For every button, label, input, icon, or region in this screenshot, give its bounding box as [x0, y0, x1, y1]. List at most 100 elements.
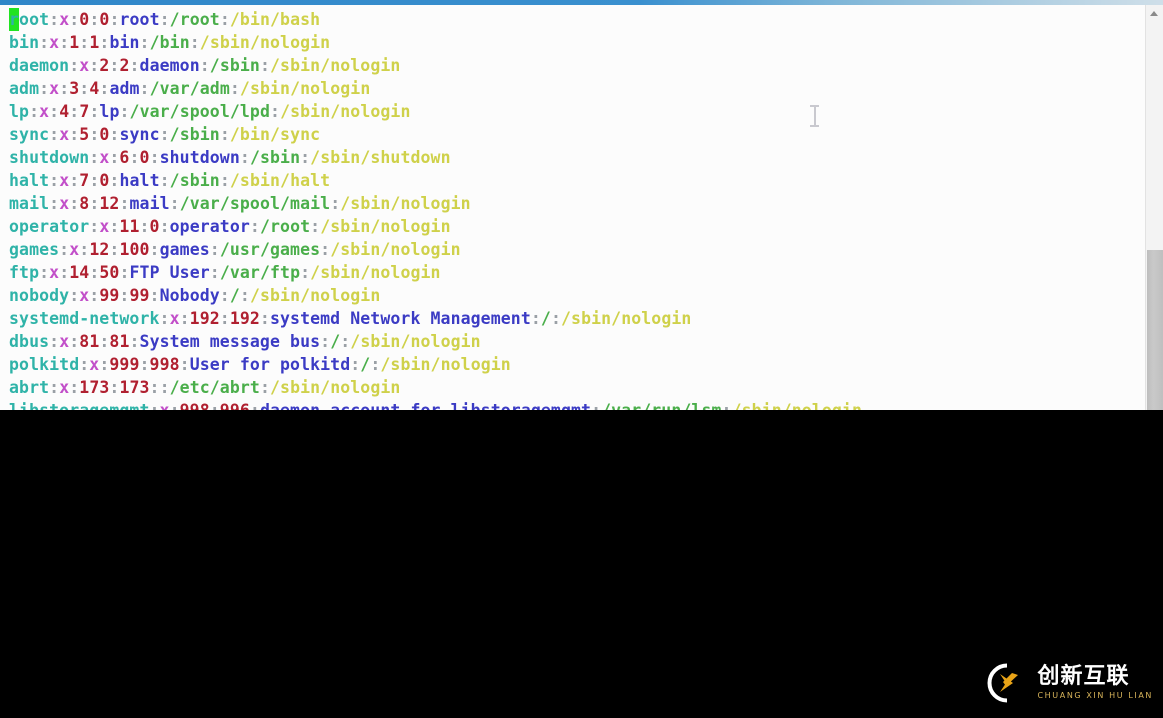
field-shell: /sbin/nologin	[350, 332, 481, 351]
field-separator: :	[109, 148, 120, 167]
field-home: /usr/games	[219, 240, 321, 259]
field-uid: 999	[109, 355, 140, 374]
field-separator: :	[59, 33, 70, 52]
field-password: x	[79, 56, 90, 75]
field-password: x	[160, 401, 170, 410]
field-separator: :	[89, 125, 100, 144]
field-separator: :	[249, 217, 260, 236]
field-password: x	[169, 309, 180, 328]
field-password: x	[59, 125, 70, 144]
field-gecos: halt	[119, 171, 160, 190]
field-separator: :	[320, 332, 331, 351]
field-home: /root	[169, 10, 220, 29]
field-password: x	[49, 263, 60, 282]
field-separator: :	[99, 332, 110, 351]
field-shell: /sbin/nologin	[732, 401, 862, 410]
field-username: abrt	[9, 378, 50, 397]
field-home: /	[330, 332, 341, 351]
field-username: adm	[9, 79, 40, 98]
field-separator: :	[49, 194, 60, 213]
scroll-up-button[interactable]	[1146, 5, 1163, 22]
field-uid: 81	[79, 332, 100, 351]
field-separator: :	[159, 171, 170, 190]
field-separator: :	[219, 10, 230, 29]
field-separator: :	[49, 125, 60, 144]
passwd-entry-row: nobody:x:99:99:Nobody:/:/sbin/nologin	[9, 284, 1145, 307]
field-separator: :	[109, 171, 120, 190]
field-separator: :	[49, 332, 60, 351]
field-shell: /sbin/nologin	[320, 217, 451, 236]
field-separator: :	[550, 309, 561, 328]
field-home: /etc/abrt	[169, 378, 260, 397]
field-gecos: lp	[99, 102, 120, 121]
field-separator: :	[209, 240, 220, 259]
field-separator: :	[310, 217, 321, 236]
field-password: x	[49, 33, 60, 52]
field-shell: /sbin/nologin	[561, 309, 692, 328]
field-separator: :	[109, 378, 120, 397]
field-password: x	[89, 355, 100, 374]
passwd-entry-row: operator:x:11:0:operator:/root:/sbin/nol…	[9, 215, 1145, 238]
field-separator: :	[99, 33, 110, 52]
passwd-entry-row: abrt:x:173:173::/etc/abrt:/sbin/nologin	[9, 376, 1145, 399]
field-separator: :	[129, 148, 140, 167]
field-separator: :	[250, 401, 260, 410]
terminal-text-area[interactable]: root:x:0:0:root:/root:/bin/bash bin:x:1:1…	[0, 5, 1145, 410]
field-gecos: daemon	[139, 56, 200, 75]
field-uid: 8	[79, 194, 90, 213]
field-gecos: operator	[169, 217, 250, 236]
field-separator: :	[49, 378, 60, 397]
watermark: 创新互联 CHUANG XIN HU LIAN	[986, 660, 1153, 706]
scrollbar-thumb[interactable]	[1147, 250, 1163, 410]
field-separator: :	[69, 102, 80, 121]
field-separator: :	[79, 355, 90, 374]
field-password: x	[59, 332, 70, 351]
field-gid: 0	[99, 171, 110, 190]
field-separator: :	[59, 240, 70, 259]
field-shell: /sbin/nologin	[270, 378, 401, 397]
field-separator: :	[119, 286, 130, 305]
field-home: /sbin	[169, 125, 220, 144]
field-gecos: adm	[109, 79, 140, 98]
field-separator: :	[259, 56, 270, 75]
field-separator: :	[129, 56, 140, 75]
field-username: sync	[9, 125, 50, 144]
field-gid: 998	[149, 355, 180, 374]
field-password: x	[49, 79, 60, 98]
field-gecos: FTP User	[129, 263, 210, 282]
field-separator: :	[89, 56, 100, 75]
field-shell: /sbin/nologin	[310, 263, 441, 282]
field-separator: :	[39, 79, 50, 98]
field-separator: :	[139, 217, 150, 236]
field-separator: :	[219, 286, 230, 305]
passwd-entry-row: libstoragemgmt:x:998:996:daemon account …	[9, 399, 1145, 410]
field-separator: :	[59, 263, 70, 282]
field-username: ftp	[9, 263, 40, 282]
field-separator: :	[69, 171, 80, 190]
field-shell: /bin/bash	[229, 10, 321, 29]
field-username: oot	[19, 10, 50, 29]
field-uid: 0	[79, 10, 90, 29]
passwd-entry-row: ftp:x:14:50:FTP User:/var/ftp:/sbin/nolo…	[9, 261, 1145, 284]
field-home: /	[229, 286, 240, 305]
field-separator: :	[79, 79, 90, 98]
field-gecos: games	[159, 240, 210, 259]
field-gid: 0	[149, 217, 160, 236]
field-separator: :	[69, 56, 80, 75]
field-separator: :	[159, 309, 170, 328]
field-uid: 4	[59, 102, 70, 121]
vertical-scrollbar[interactable]	[1145, 5, 1163, 410]
field-separator: :	[199, 56, 210, 75]
field-uid: 2	[99, 56, 110, 75]
field-gid: 0	[99, 10, 110, 29]
watermark-text: 创新互联 CHUANG XIN HU LIAN	[1037, 666, 1153, 700]
field-gecos: daemon account for libstoragemgmt	[260, 401, 591, 410]
field-shell: /sbin/nologin	[249, 286, 381, 305]
field-username: halt	[9, 171, 50, 190]
field-gecos: root	[119, 10, 160, 29]
field-gid: 4	[89, 79, 100, 98]
field-separator: :	[109, 125, 120, 144]
field-uid: 11	[119, 217, 140, 236]
passwd-entry-row: dbus:x:81:81:System message bus:/:/sbin/…	[9, 330, 1145, 353]
field-separator: :	[119, 194, 130, 213]
